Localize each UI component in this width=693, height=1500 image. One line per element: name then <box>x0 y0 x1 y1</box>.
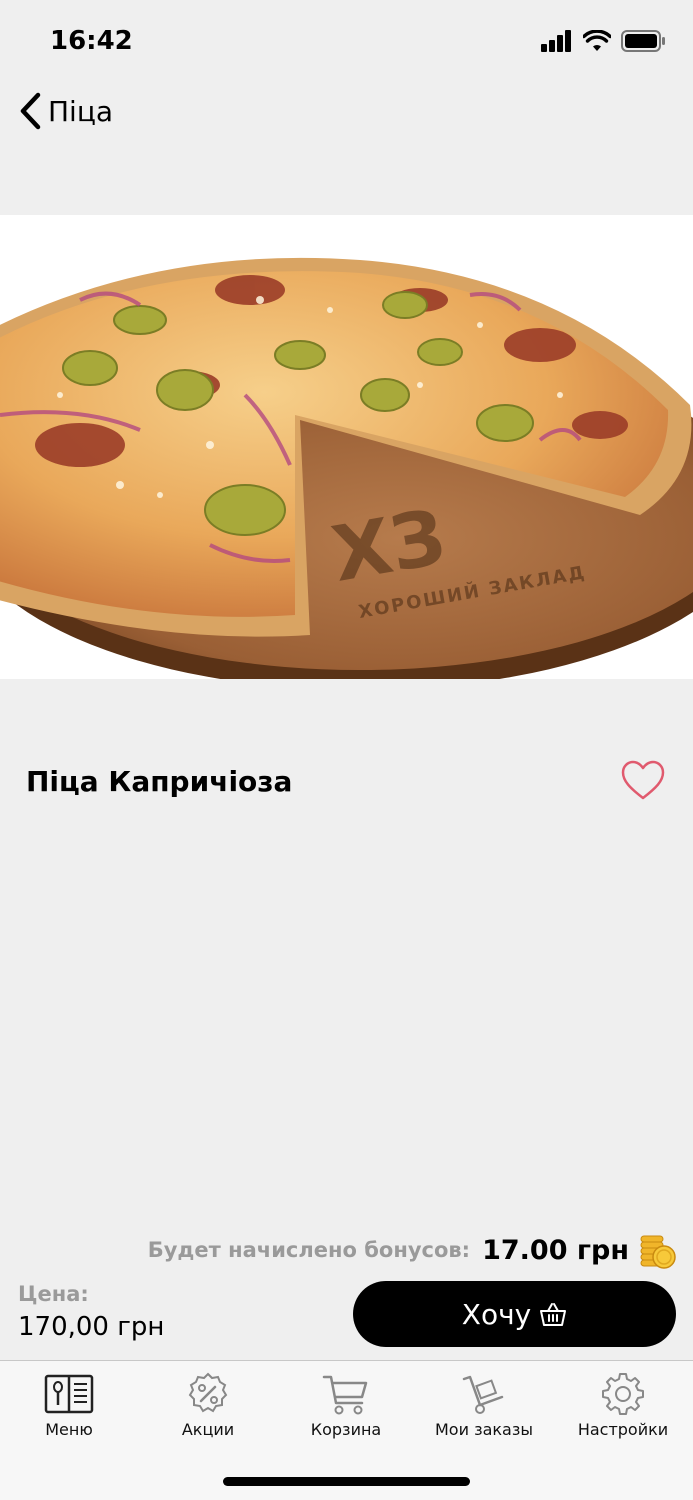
tab-cart[interactable]: Корзина <box>277 1371 415 1449</box>
product-title-row: Піца Капричіоза <box>0 755 693 811</box>
want-button-label: Хочу <box>461 1297 532 1331</box>
status-icons <box>541 30 665 52</box>
percent-badge-icon <box>188 1372 228 1413</box>
cart-icon <box>322 1375 368 1415</box>
signal-icon <box>541 30 571 52</box>
price-value: 170,00 грн <box>18 1312 165 1342</box>
product-title: Піца Капричіоза <box>26 765 293 798</box>
tab-menu[interactable]: Меню <box>0 1371 138 1449</box>
tab-promotions[interactable]: Акции <box>139 1371 277 1449</box>
chevron-left-icon <box>20 92 41 130</box>
tab-label: Корзина <box>310 1420 382 1439</box>
basket-icon <box>540 1303 567 1326</box>
tab-settings[interactable]: Настройки <box>554 1371 692 1449</box>
coins-icon <box>640 1235 676 1269</box>
favorite-button[interactable] <box>620 759 666 803</box>
back-label: Піца <box>48 94 114 128</box>
bonus-value: 17.00 грн <box>482 1234 629 1266</box>
pizza-photo: ХЗ ХОРОШИЙ ЗАКЛАД <box>0 215 693 679</box>
price-label: Цена: <box>18 1282 89 1306</box>
bonus-label: Будет начислено бонусов: <box>147 1238 471 1262</box>
gear-icon <box>602 1373 644 1415</box>
tab-label: Меню <box>45 1420 93 1439</box>
status-bar: 16:42 <box>0 0 693 84</box>
bonus-row: Будет начислено бонусов: 17.00 грн <box>148 1230 677 1270</box>
heart-outline-icon <box>621 760 665 800</box>
want-button[interactable]: Хочу <box>353 1281 676 1347</box>
wifi-icon <box>583 30 611 51</box>
product-image: ХЗ ХОРОШИЙ ЗАКЛАД <box>0 215 693 679</box>
battery-icon <box>621 30 665 52</box>
back-button[interactable]: Піца <box>18 90 113 132</box>
home-indicator <box>223 1477 470 1486</box>
tab-label: Настройки <box>577 1420 669 1439</box>
tab-my-orders[interactable]: Мои заказы <box>415 1371 553 1449</box>
tab-label: Мои заказы <box>435 1420 533 1439</box>
hand-truck-icon <box>462 1375 504 1414</box>
status-time: 16:42 <box>50 26 133 56</box>
menu-book-icon <box>44 1374 94 1414</box>
tab-label: Акции <box>181 1420 235 1439</box>
